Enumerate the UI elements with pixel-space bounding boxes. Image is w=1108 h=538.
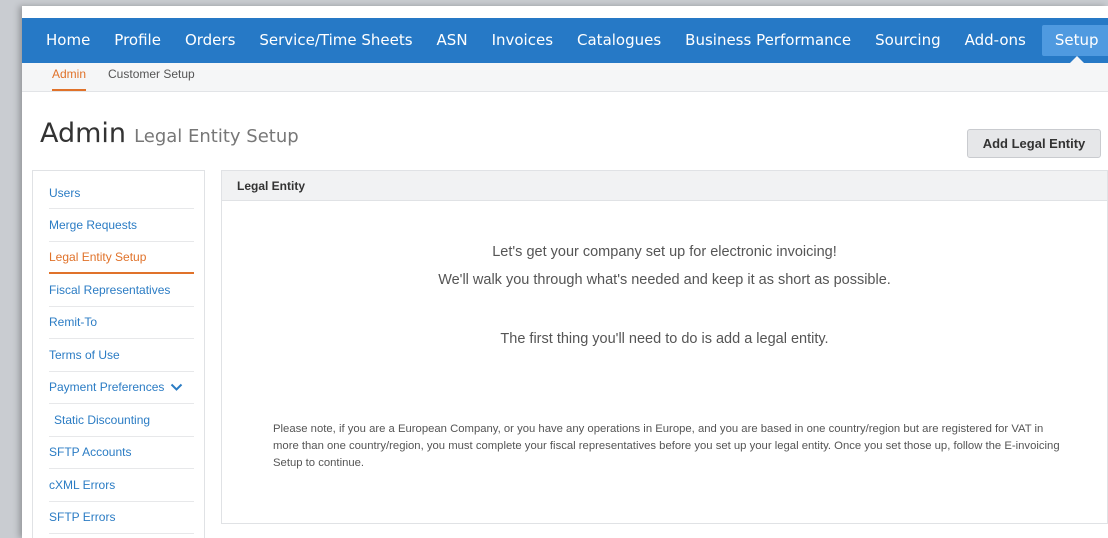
sidebar-item-users[interactable]: Users — [49, 171, 194, 209]
page-title-sub: Legal Entity Setup — [134, 126, 299, 147]
nav-asn[interactable]: ASN — [425, 18, 480, 63]
nav-profile[interactable]: Profile — [102, 18, 173, 63]
sub-navigation: Admin Customer Setup — [22, 63, 1108, 92]
sidebar: Users Merge Requests Legal Entity Setup … — [32, 170, 205, 538]
page-title-main: Admin — [40, 118, 127, 149]
sidebar-item-cxml-errors[interactable]: cXML Errors — [49, 469, 194, 502]
sidebar-item-sftp-errors[interactable]: SFTP Errors — [49, 502, 194, 534]
nav-sourcing[interactable]: Sourcing — [863, 18, 953, 63]
sidebar-item-label: Payment Preferences — [49, 380, 165, 395]
nav-service-time-sheets[interactable]: Service/Time Sheets — [247, 18, 424, 63]
sidebar-item-legal-entity-setup[interactable]: Legal Entity Setup — [49, 242, 194, 274]
nav-home[interactable]: Home — [34, 18, 102, 63]
nav-catalogues[interactable]: Catalogues — [565, 18, 673, 63]
intro-line-3: The first thing you'll need to do is add… — [500, 331, 829, 347]
european-company-note: Please note, if you are a European Compa… — [273, 423, 1060, 469]
add-legal-entity-button[interactable]: Add Legal Entity — [967, 129, 1101, 158]
nav-add-ons[interactable]: Add-ons — [953, 18, 1038, 63]
nav-business-performance[interactable]: Business Performance — [673, 18, 863, 63]
subnav-customer-setup[interactable]: Customer Setup — [108, 65, 195, 91]
intro-line-2: We'll walk you through what's needed and… — [438, 272, 891, 288]
chevron-down-icon — [171, 384, 183, 392]
top-navigation: Home Profile Orders Service/Time Sheets … — [22, 18, 1108, 63]
page-title: Admin Legal Entity Setup — [40, 118, 299, 149]
sidebar-item-sftp-accounts[interactable]: SFTP Accounts — [49, 437, 194, 469]
sidebar-item-fiscal-representatives[interactable]: Fiscal Representatives — [49, 274, 194, 307]
nav-orders[interactable]: Orders — [173, 18, 247, 63]
sidebar-item-static-discounting[interactable]: Static Discounting — [49, 404, 194, 437]
sidebar-item-terms-of-use[interactable]: Terms of Use — [49, 339, 194, 372]
panel-header: Legal Entity — [222, 171, 1107, 201]
app-window: Home Profile Orders Service/Time Sheets … — [22, 6, 1108, 538]
nav-invoices[interactable]: Invoices — [480, 18, 565, 63]
nav-setup[interactable]: Setup — [1041, 25, 1108, 63]
intro-line-1: Let's get your company set up for electr… — [492, 244, 837, 260]
sidebar-item-merge-requests[interactable]: Merge Requests — [49, 209, 194, 242]
sidebar-item-payment-preferences[interactable]: Payment Preferences — [49, 372, 194, 404]
sidebar-item-remit-to[interactable]: Remit-To — [49, 307, 194, 339]
legal-entity-panel: Legal Entity Let's get your company set … — [221, 170, 1108, 524]
subnav-admin[interactable]: Admin — [52, 65, 87, 91]
